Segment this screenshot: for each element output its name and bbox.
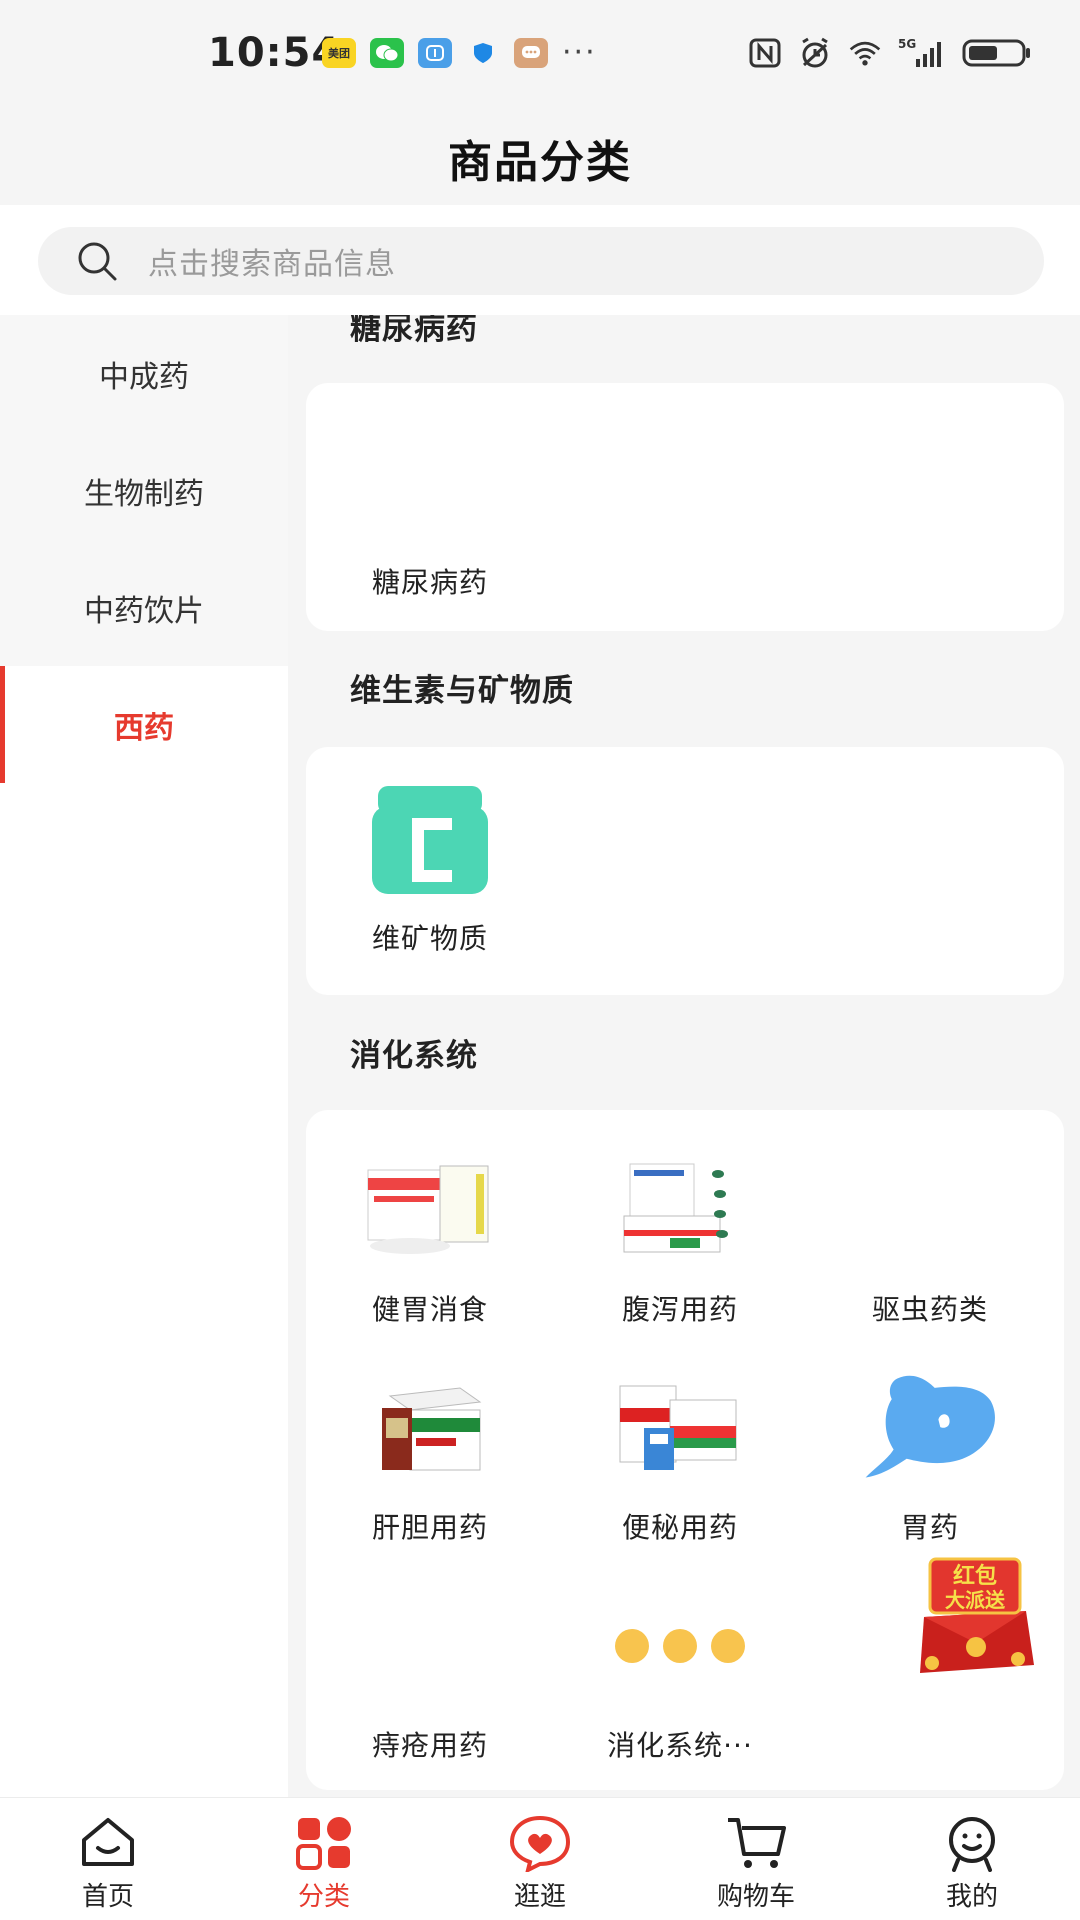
subcategory-label: 便秘用药 — [621, 1511, 738, 1544]
section-title-diabetes: 糖尿病药 — [350, 315, 478, 347]
subcategory-label: 肝胆用药 — [371, 1511, 488, 1544]
nav-label: 购物车 — [716, 1882, 795, 1912]
browse-icon — [509, 1815, 571, 1872]
status-bar: 10:54 美团 ··· 5G — [0, 0, 1080, 110]
sidebar-item-chinese-patent-medicine[interactable]: 中成药 — [0, 315, 288, 432]
nav-home[interactable]: 首页 — [0, 1798, 216, 1920]
subcategory-item[interactable]: 维矿物质 — [306, 779, 554, 957]
battery-icon — [962, 36, 1032, 70]
signal-5g-icon: 5G — [898, 36, 946, 70]
subcategory-image — [860, 1150, 1000, 1270]
promo-line2: 大派送 — [945, 1588, 1006, 1612]
section-title-vitamins: 维生素与矿物质 — [350, 673, 574, 709]
subcategory-label: 糖尿病药 — [371, 566, 488, 599]
subcategory-item[interactable]: 胃药 — [806, 1368, 1054, 1546]
cart-icon — [728, 1818, 786, 1868]
app-notification-icon — [418, 38, 452, 68]
constipation-medicine-image — [610, 1368, 750, 1488]
sidebar-item-western-medicine[interactable]: 西药 — [0, 666, 288, 783]
message-app-icon — [514, 38, 548, 68]
shield-app-icon — [466, 38, 500, 68]
header: 商品分类 — [0, 110, 1080, 205]
nav-profile[interactable]: 我的 — [864, 1798, 1080, 1920]
nav-label: 分类 — [297, 1882, 350, 1912]
section-card-diabetes: 糖尿病药 — [306, 383, 1064, 631]
sidebar-item-herbal-pieces[interactable]: 中药饮片 — [0, 549, 288, 666]
nav-label: 我的 — [945, 1882, 998, 1912]
meituan-app-icon: 美团 — [322, 38, 356, 68]
wechat-app-icon — [370, 38, 404, 68]
search-icon — [78, 242, 117, 281]
nav-category[interactable]: 分类 — [216, 1798, 432, 1920]
subcategory-item[interactable]: 消化系统··· — [556, 1586, 804, 1764]
subcategory-label: 维矿物质 — [371, 922, 488, 955]
subcategory-label: 健胃消食 — [371, 1293, 488, 1326]
stomach-icon — [860, 1368, 1000, 1488]
nav-label: 首页 — [81, 1882, 134, 1912]
red-packet-promo[interactable]: 红包 大派送 — [910, 1555, 1040, 1680]
search-container: 点击搜索商品信息 — [0, 205, 1080, 315]
subcategory-label: 驱虫药类 — [871, 1293, 988, 1326]
nav-browse[interactable]: 逛逛 — [432, 1798, 648, 1920]
subcategory-item[interactable]: 肝胆用药 — [306, 1368, 554, 1546]
subcategory-image — [360, 1586, 500, 1706]
subcategory-label: 腹泻用药 — [621, 1293, 738, 1326]
stomach-digestion-product-image — [360, 1150, 500, 1270]
vitamin-bottle-icon — [360, 779, 500, 899]
section-card-digestive: 健胃消食 腹泻用药 驱虫药类 肝胆用药 便秘用药 胃药 痔疮用药 消化系统··· — [306, 1110, 1064, 1790]
system-icons: 5G — [748, 36, 1032, 70]
section-title-digestive: 消化系统 — [350, 1038, 478, 1074]
nav-cart[interactable]: 购物车 — [648, 1798, 864, 1920]
section-card-vitamins: 维矿物质 — [306, 747, 1064, 995]
liver-gallbladder-product-image — [360, 1368, 500, 1488]
nfc-icon — [748, 36, 782, 70]
sidebar-item-label: 生物制药 — [84, 476, 204, 512]
wifi-icon — [848, 36, 882, 70]
page-title: 商品分类 — [448, 136, 632, 188]
notification-icons: 美团 ··· — [322, 38, 597, 68]
bottom-navigation: 首页 分类 逛逛 购物车 我的 — [0, 1797, 1080, 1920]
subcategory-item[interactable]: 健胃消食 — [306, 1150, 554, 1328]
subcategory-item[interactable]: 便秘用药 — [556, 1368, 804, 1546]
subcategory-item[interactable]: 糖尿病药 — [306, 423, 554, 601]
category-sidebar: 中成药 生物制药 中药饮片 西药 — [0, 315, 288, 1797]
subcategory-label: 消化系统··· — [607, 1729, 753, 1762]
more-notifications-icon: ··· — [562, 35, 597, 70]
subcategory-image — [360, 423, 500, 543]
sidebar-item-label: 西药 — [114, 710, 174, 746]
sidebar-item-label: 中药饮片 — [84, 593, 204, 629]
search-input[interactable]: 点击搜索商品信息 — [38, 227, 1044, 295]
home-icon — [82, 1818, 134, 1866]
subcategory-label: 胃药 — [900, 1511, 959, 1544]
subcategory-item[interactable]: 驱虫药类 — [806, 1150, 1054, 1328]
alarm-icon — [798, 36, 832, 70]
diarrhea-medicine-image — [610, 1150, 750, 1270]
status-time: 10:54 — [208, 30, 341, 76]
search-placeholder: 点击搜索商品信息 — [148, 247, 396, 282]
promo-line1: 红包 — [953, 1563, 997, 1589]
category-icon — [296, 1817, 351, 1870]
sidebar-item-biopharma[interactable]: 生物制药 — [0, 432, 288, 549]
more-dots-icon — [610, 1586, 750, 1706]
subcategory-item[interactable]: 腹泻用药 — [556, 1150, 804, 1328]
profile-icon — [949, 1817, 995, 1872]
subcategory-item[interactable]: 痔疮用药 — [306, 1586, 554, 1764]
svg-text:5G: 5G — [898, 37, 916, 51]
subcategory-label: 痔疮用药 — [371, 1729, 488, 1762]
nav-label: 逛逛 — [513, 1882, 566, 1912]
sidebar-item-label: 中成药 — [99, 359, 189, 395]
